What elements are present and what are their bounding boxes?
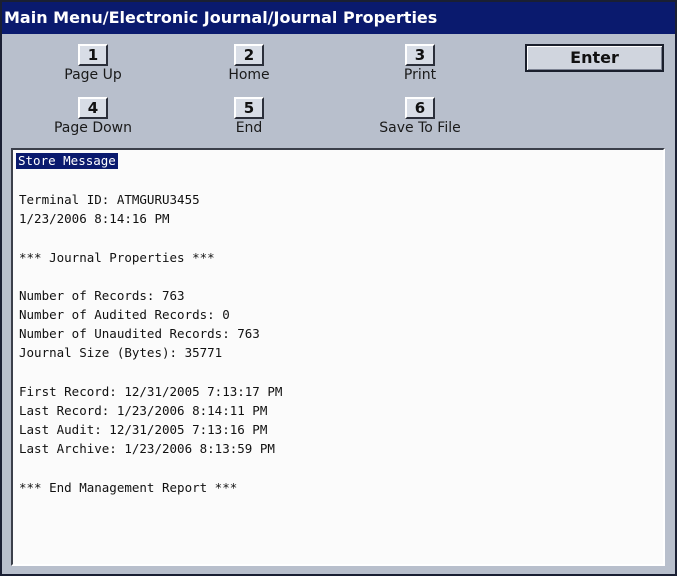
last-archive-line: Last Archive: 1/23/2006 8:13:59 PM	[19, 441, 275, 456]
key-1-icon: 1	[78, 44, 108, 66]
home-label: Home	[228, 67, 270, 83]
key-4-icon: 4	[78, 97, 108, 119]
key-6-icon: 6	[405, 97, 435, 119]
records-line: Number of Records: 763	[19, 288, 185, 303]
timestamp-line: 1/23/2006 8:14:16 PM	[19, 211, 170, 226]
page-up-button[interactable]: 1 Page Up	[33, 44, 153, 90]
last-audit-line: Last Audit: 12/31/2005 7:13:16 PM	[19, 422, 268, 437]
enter-button[interactable]: Enter	[525, 44, 664, 72]
section-header-line: *** Journal Properties ***	[19, 250, 215, 265]
end-label: End	[235, 120, 263, 136]
print-button[interactable]: 3 Print	[360, 44, 480, 90]
last-record-line: Last Record: 1/23/2006 8:14:11 PM	[19, 403, 268, 418]
end-button[interactable]: 5 End	[189, 97, 309, 143]
window-title: Main Menu/Electronic Journal/Journal Pro…	[2, 2, 675, 34]
first-record-line: First Record: 12/31/2005 7:13:17 PM	[19, 384, 283, 399]
journal-properties-window: Main Menu/Electronic Journal/Journal Pro…	[0, 0, 677, 576]
save-to-file-label: Save To File	[379, 120, 461, 136]
key-5-icon: 5	[234, 97, 264, 119]
print-label: Print	[403, 67, 437, 83]
end-report-line: *** End Management Report ***	[19, 480, 238, 495]
page-up-label: Page Up	[64, 67, 122, 83]
page-down-button[interactable]: 4 Page Down	[33, 97, 153, 143]
key-2-icon: 2	[234, 44, 264, 66]
selected-report-line[interactable]: Store Message	[16, 153, 118, 169]
page-down-label: Page Down	[53, 120, 132, 136]
terminal-id-line: Terminal ID: ATMGURU3455	[19, 192, 200, 207]
save-to-file-button[interactable]: 6 Save To File	[360, 97, 480, 143]
journal-size-line: Journal Size (Bytes): 35771	[19, 345, 223, 360]
unaudited-records-line: Number of Unaudited Records: 763	[19, 326, 260, 341]
key-3-icon: 3	[405, 44, 435, 66]
journal-report-panel[interactable]: Store Message Terminal ID: ATMGURU3455 1…	[11, 148, 665, 566]
home-button[interactable]: 2 Home	[189, 44, 309, 90]
audited-records-line: Number of Audited Records: 0	[19, 307, 230, 322]
